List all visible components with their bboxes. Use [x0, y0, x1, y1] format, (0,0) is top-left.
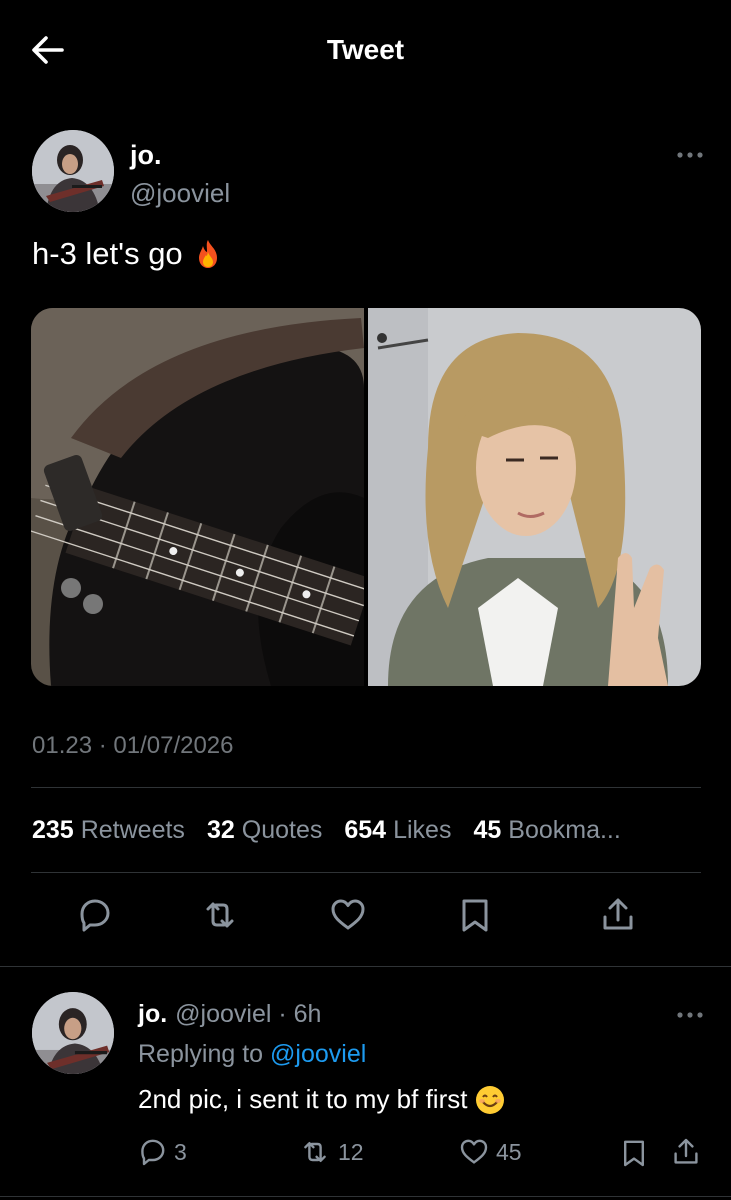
- retweets-label: Retweets: [80, 816, 185, 844]
- bookmarks-count: 45: [473, 816, 502, 844]
- retweet-icon: [206, 902, 234, 928]
- tweet-action-bar: [0, 895, 731, 947]
- reply-retweets-count: 12: [338, 1138, 364, 1165]
- reply-icon: [80, 899, 110, 932]
- page-title: Tweet: [326, 34, 405, 65]
- quotes-label: Quotes: [241, 816, 323, 844]
- bookmark-icon: [462, 899, 488, 932]
- bookmark-button[interactable]: [455, 895, 495, 935]
- reply-text-content: 2nd pic, i sent it to my bf first: [138, 1084, 468, 1114]
- reply-display-name[interactable]: jo.: [138, 1000, 167, 1028]
- likes-stat[interactable]: 654 Likes: [344, 816, 451, 845]
- like-icon: [460, 1139, 488, 1164]
- reply-reply-button[interactable]: 3: [136, 1136, 187, 1168]
- replying-prefix: Replying to: [138, 1040, 264, 1068]
- share-icon: [674, 1138, 698, 1164]
- top-bar: Tweet: [0, 0, 731, 100]
- divider: [31, 787, 701, 788]
- share-icon: [603, 898, 633, 930]
- tweet-stats: 235 Retweets 32 Quotes 654 Likes 45 Bookma..…: [32, 816, 702, 845]
- reply-meta: @jooviel · 6h: [175, 1000, 322, 1028]
- divider: [0, 966, 731, 967]
- reply-header: jo. @jooviel · 6h: [138, 1000, 321, 1029]
- tweet-text: h-3 let's go: [32, 236, 223, 272]
- more-icon: [677, 1012, 703, 1018]
- quotes-count: 32: [206, 816, 235, 844]
- share-button[interactable]: [598, 895, 638, 935]
- divider: [31, 872, 701, 873]
- bookmark-icon: [624, 1140, 644, 1167]
- retweet-button[interactable]: [200, 895, 240, 935]
- tweet-timestamp[interactable]: 01.23 · 01/07/2026: [32, 732, 234, 760]
- display-name[interactable]: jo.: [130, 140, 162, 171]
- reply-likes-count: 45: [496, 1138, 522, 1165]
- bookmarks-stat[interactable]: 45 Bookma...: [473, 816, 620, 845]
- reply-more-options-button[interactable]: [676, 1008, 704, 1022]
- selfie-photo[interactable]: [368, 308, 701, 686]
- reply-like-button[interactable]: 45: [458, 1136, 522, 1168]
- retweets-stat[interactable]: 235 Retweets: [32, 816, 185, 845]
- reply-retweet-button[interactable]: 12: [298, 1136, 364, 1168]
- bookmarks-label: Bookma...: [508, 816, 621, 844]
- guitar-photo[interactable]: [31, 308, 364, 686]
- reply-replies-count: 3: [174, 1138, 187, 1165]
- reply-share-button[interactable]: [670, 1136, 702, 1168]
- retweets-count: 235: [32, 816, 74, 844]
- reply-avatar[interactable]: [32, 992, 114, 1074]
- reply-bookmark-button[interactable]: [618, 1136, 650, 1170]
- reply-button[interactable]: [74, 895, 114, 935]
- fire-icon: [198, 240, 217, 268]
- likes-label: Likes: [393, 816, 452, 844]
- reply-icon: [141, 1139, 165, 1166]
- smiling-face-icon: [476, 1085, 505, 1114]
- tweet-text-content: h-3 let's go: [32, 236, 183, 271]
- handle[interactable]: @jooviel: [130, 178, 230, 209]
- replying-mention-link[interactable]: @jooviel: [270, 1040, 366, 1068]
- divider: [0, 1196, 731, 1197]
- reply-action-bar: 3 12 45: [0, 1134, 731, 1174]
- tweet-media: [31, 308, 701, 686]
- quotes-stat[interactable]: 32 Quotes: [207, 816, 322, 845]
- more-icon: [677, 152, 703, 158]
- like-icon: [331, 899, 365, 930]
- like-button[interactable]: [328, 895, 368, 935]
- reply-text: 2nd pic, i sent it to my bf first: [138, 1084, 505, 1115]
- retweet-icon: [304, 1142, 326, 1162]
- more-options-button[interactable]: [676, 148, 704, 162]
- likes-count: 654: [344, 816, 387, 844]
- avatar[interactable]: [32, 130, 114, 212]
- replying-to: Replying to @jooviel: [138, 1040, 366, 1069]
